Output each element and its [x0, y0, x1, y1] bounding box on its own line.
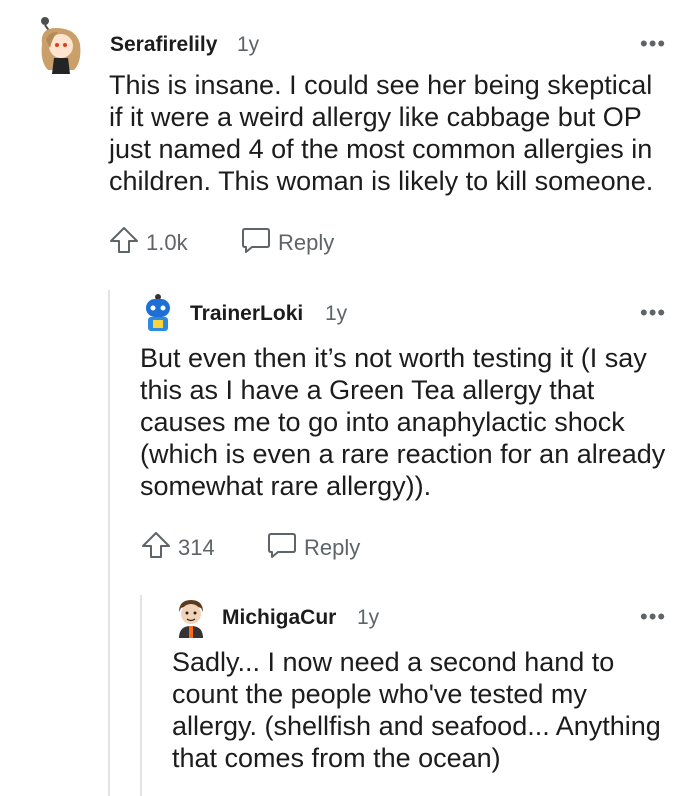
reply-button[interactable]: Reply [266, 530, 360, 566]
upvote-arrow-icon [108, 225, 140, 261]
comment-line: children. This woman is likely to kill s… [109, 166, 654, 196]
comment-line: This is insane. I could see her being sk… [109, 70, 653, 100]
upvote-count: 1.0k [146, 230, 188, 255]
comment-line: somewhat rare allergy)). [140, 471, 432, 501]
comment-line: allergy. (shellfish and seafood... Anyth… [172, 711, 661, 741]
upvote-count: 314 [178, 535, 215, 560]
comment-body: This is insane. I could see her being sk… [109, 69, 689, 197]
comment-username[interactable]: MichigaCur [222, 606, 336, 630]
reply-label: Reply [304, 535, 361, 560]
more-options-icon[interactable]: ••• [640, 31, 666, 57]
avatar[interactable] [140, 293, 176, 333]
comment-line: that comes from the ocean) [172, 743, 501, 773]
comment-line: this as I have a Green Tea allergy that [140, 375, 595, 405]
reply-label: Reply [278, 230, 335, 255]
comment-body: But even then it’s not worth testing it … [140, 342, 695, 502]
comment-line: causes me to go into anaphylactic shock [140, 407, 625, 437]
upvote-button[interactable]: 314 [140, 530, 215, 566]
upvote-arrow-icon [140, 530, 172, 566]
more-options-icon[interactable]: ••• [640, 604, 666, 630]
speech-bubble-icon [266, 530, 298, 566]
comment-line: if it were a weird allergy like cabbage … [109, 102, 642, 132]
thread-line [140, 595, 142, 796]
reply-button[interactable]: Reply [240, 225, 334, 261]
more-options-icon[interactable]: ••• [640, 300, 666, 326]
thread-line [108, 290, 110, 796]
comment-username[interactable]: Serafirelily [110, 33, 217, 57]
comment-line: count the people who've tested my [172, 679, 587, 709]
comment-username[interactable]: TrainerLoki [190, 302, 303, 326]
comment-line: (which is even a rare reaction for an al… [140, 439, 666, 469]
comment-line: Sadly... I now need a second hand to [172, 647, 615, 677]
speech-bubble-icon [240, 225, 272, 261]
avatar[interactable] [36, 14, 86, 76]
avatar[interactable] [173, 598, 209, 640]
comment-age: 1y [325, 302, 348, 325]
upvote-button[interactable]: 1.0k [108, 225, 188, 261]
comment-line: But even then it’s not worth testing it … [140, 343, 647, 373]
comment-age: 1y [237, 33, 260, 56]
comment-body: Sadly... I now need a second hand to cou… [172, 646, 697, 774]
comment-line: just named 4 of the most common allergie… [109, 134, 653, 164]
comment-age: 1y [357, 606, 380, 629]
